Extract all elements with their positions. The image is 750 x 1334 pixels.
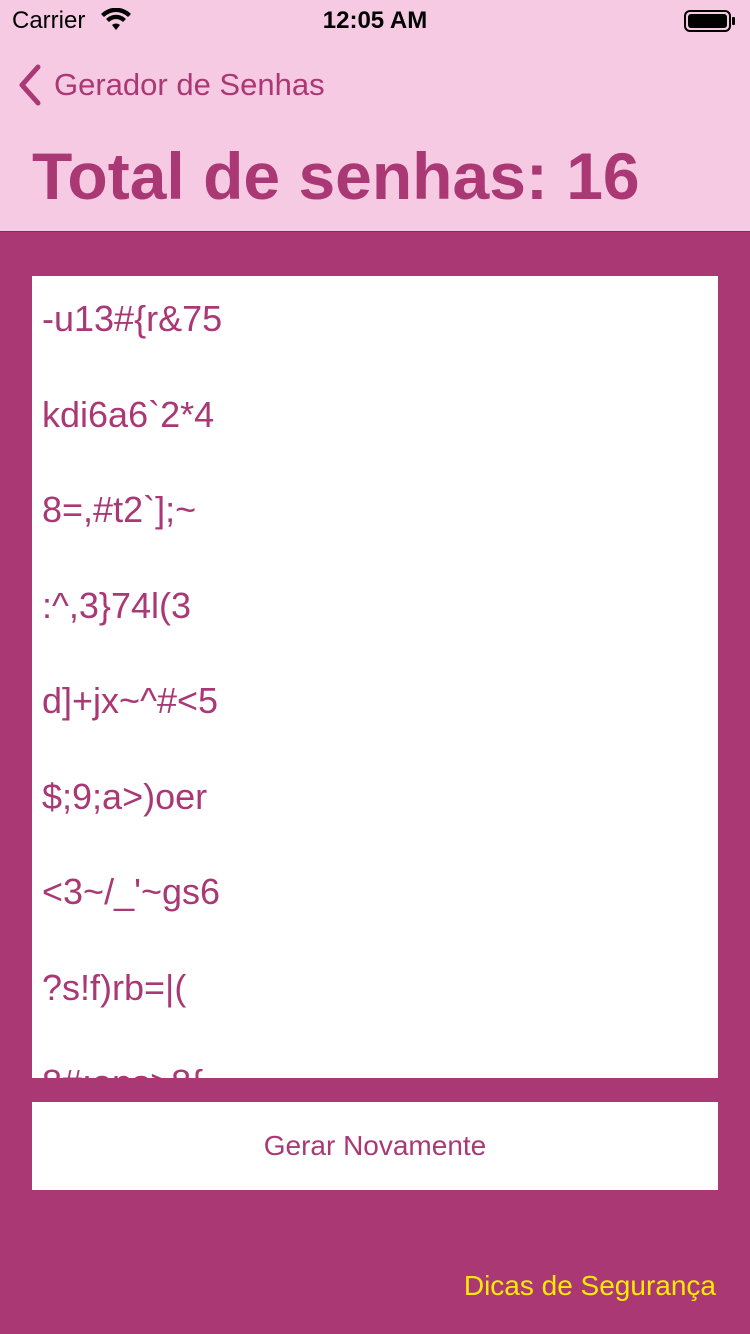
password-item[interactable]: <3~/_'~gs6 [32, 849, 718, 945]
password-item[interactable]: ?s!f)rb=|( [32, 945, 718, 1041]
battery-icon [684, 10, 735, 32]
back-button[interactable]: Gerador de Senhas [16, 62, 325, 108]
navigation-header: Carrier 12:05 AM Gerador de Senhas Total… [0, 0, 750, 232]
status-time: 12:05 AM [322, 7, 428, 34]
password-item[interactable]: d]+jx~^#<5 [32, 658, 718, 754]
password-item[interactable]: kdi6a6`2*4 [32, 372, 718, 468]
page-title: Total de senhas: 16 [32, 139, 640, 213]
regenerate-button[interactable]: Gerar Novamente [32, 1102, 718, 1190]
password-item[interactable]: :^,3}74l(3 [32, 563, 718, 659]
password-item[interactable]: 8#;ops>8{ [32, 1040, 718, 1078]
status-bar: Carrier 12:05 AM [0, 0, 750, 40]
password-item[interactable]: -u13#{r&75 [32, 276, 718, 372]
password-list[interactable]: -u13#{r&75 kdi6a6`2*4 8=,#t2`];~ :^,3}74… [32, 276, 718, 1078]
password-item[interactable]: $;9;a>)oer [32, 754, 718, 850]
password-item[interactable]: 8=,#t2`];~ [32, 467, 718, 563]
back-button-label: Gerador de Senhas [54, 67, 325, 102]
security-tips-link[interactable]: Dicas de Segurança [464, 1270, 716, 1302]
chevron-left-icon [19, 64, 41, 106]
